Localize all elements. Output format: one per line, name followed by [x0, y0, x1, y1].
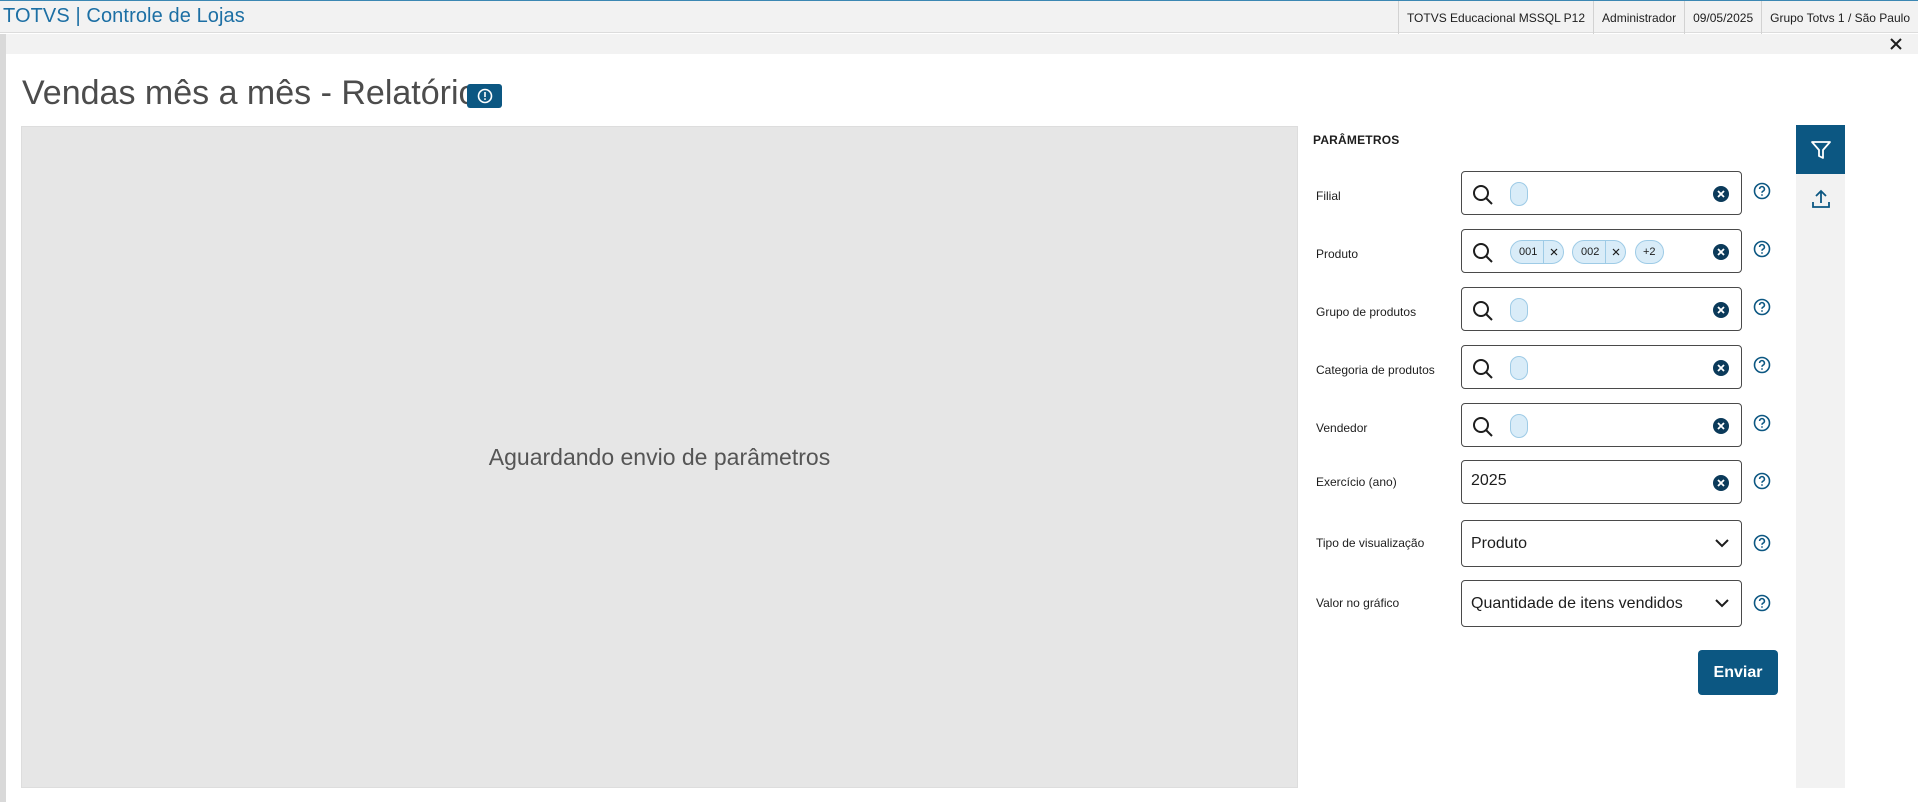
tipo-visualizacao-select[interactable]: Produto	[1461, 520, 1742, 567]
right-rail	[1796, 125, 1845, 788]
label-vendedor: Vendedor	[1316, 421, 1368, 435]
report-placeholder-message: Aguardando envio de parâmetros	[488, 443, 831, 470]
produto-field[interactable]: 001 002 +2	[1461, 229, 1742, 273]
params-title: PARÂMETROS	[1313, 133, 1400, 147]
chip-label: 002	[1581, 246, 1600, 258]
clear-icon	[1713, 360, 1729, 376]
help-icon[interactable]	[1753, 534, 1771, 552]
label-filial: Filial	[1316, 189, 1341, 203]
exercicio-value: 2025	[1471, 472, 1507, 489]
clear-icon	[1713, 244, 1729, 260]
chip-label: 001	[1519, 246, 1538, 258]
filter-icon	[1810, 140, 1831, 159]
close-icon	[1550, 248, 1558, 256]
tipo-visualizacao-value: Produto	[1471, 535, 1528, 552]
help-icon[interactable]	[1753, 414, 1771, 432]
empty-chip	[1510, 298, 1528, 322]
clear-icon	[1713, 418, 1729, 434]
chevron-down-icon	[1715, 599, 1729, 608]
search-icon	[1473, 359, 1493, 379]
help-icon[interactable]	[1753, 472, 1771, 490]
export-button[interactable]	[1796, 174, 1845, 223]
vendedor-field[interactable]	[1461, 403, 1742, 447]
filter-button[interactable]	[1796, 125, 1845, 174]
label-valor-grafico: Valor no gráfico	[1316, 596, 1400, 610]
label-categoria-produtos: Categoria de produtos	[1316, 363, 1435, 377]
close-button[interactable]	[1886, 34, 1906, 54]
help-icon[interactable]	[1753, 182, 1771, 200]
sub-bar	[6, 34, 1918, 54]
close-icon	[1612, 248, 1620, 256]
upload-icon	[1811, 189, 1830, 208]
help-icon[interactable]	[1753, 298, 1771, 316]
close-icon	[1890, 38, 1902, 50]
produto-chip[interactable]: 001	[1510, 240, 1565, 264]
valor-grafico-value: Quantidade de itens vendidos	[1471, 595, 1683, 612]
page-title: Vendas mês a mês - Relatório	[22, 74, 478, 112]
status-bar: TOTVS Educacional MSSQL P12 Administrado…	[1397, 1, 1918, 34]
search-icon	[1473, 301, 1493, 321]
exercicio-input[interactable]: 2025	[1461, 460, 1742, 504]
categoria-produtos-field[interactable]	[1461, 345, 1742, 389]
label-produto: Produto	[1316, 247, 1359, 261]
status-date[interactable]: 09/05/2025	[1684, 1, 1761, 34]
search-icon	[1473, 417, 1493, 437]
help-icon[interactable]	[1753, 356, 1771, 374]
chip-more-label: +2	[1643, 246, 1656, 258]
produto-more-chip[interactable]: +2	[1635, 240, 1664, 264]
produto-chip[interactable]: 002	[1572, 240, 1627, 264]
top-bar: TOTVS | Controle de Lojas TOTVS Educacio…	[0, 0, 1918, 34]
clear-icon	[1713, 475, 1729, 491]
search-icon	[1473, 243, 1493, 263]
help-icon[interactable]	[1753, 240, 1771, 258]
status-environment[interactable]: TOTVS Educacional MSSQL P12	[1397, 1, 1593, 34]
chevron-down-icon	[1715, 539, 1729, 548]
left-edge	[0, 34, 6, 802]
empty-chip	[1510, 356, 1528, 380]
chip-remove-button[interactable]	[1605, 241, 1625, 263]
info-button[interactable]	[467, 84, 502, 108]
filial-field[interactable]	[1461, 171, 1742, 215]
help-icon[interactable]	[1753, 594, 1771, 612]
chip-remove-button[interactable]	[1543, 241, 1563, 263]
app-title: TOTVS | Controle de Lojas	[3, 5, 245, 27]
label-grupo-produtos: Grupo de produtos	[1316, 305, 1417, 319]
valor-grafico-select[interactable]: Quantidade de itens vendidos	[1461, 580, 1742, 627]
label-exercicio: Exercício (ano)	[1316, 475, 1397, 489]
clear-icon	[1713, 186, 1729, 202]
send-button[interactable]: Enviar	[1698, 650, 1778, 695]
empty-chip	[1510, 182, 1528, 206]
report-area: Aguardando envio de parâmetros	[21, 126, 1298, 788]
status-user[interactable]: Administrador	[1593, 1, 1684, 34]
empty-chip	[1510, 414, 1528, 438]
status-company[interactable]: Grupo Totvs 1 / São Paulo	[1761, 1, 1918, 34]
clear-icon	[1713, 302, 1729, 318]
search-icon	[1473, 185, 1493, 205]
label-tipo-visualizacao: Tipo de visualização	[1316, 536, 1425, 550]
info-icon	[477, 88, 492, 104]
grupo-produtos-field[interactable]	[1461, 287, 1742, 331]
